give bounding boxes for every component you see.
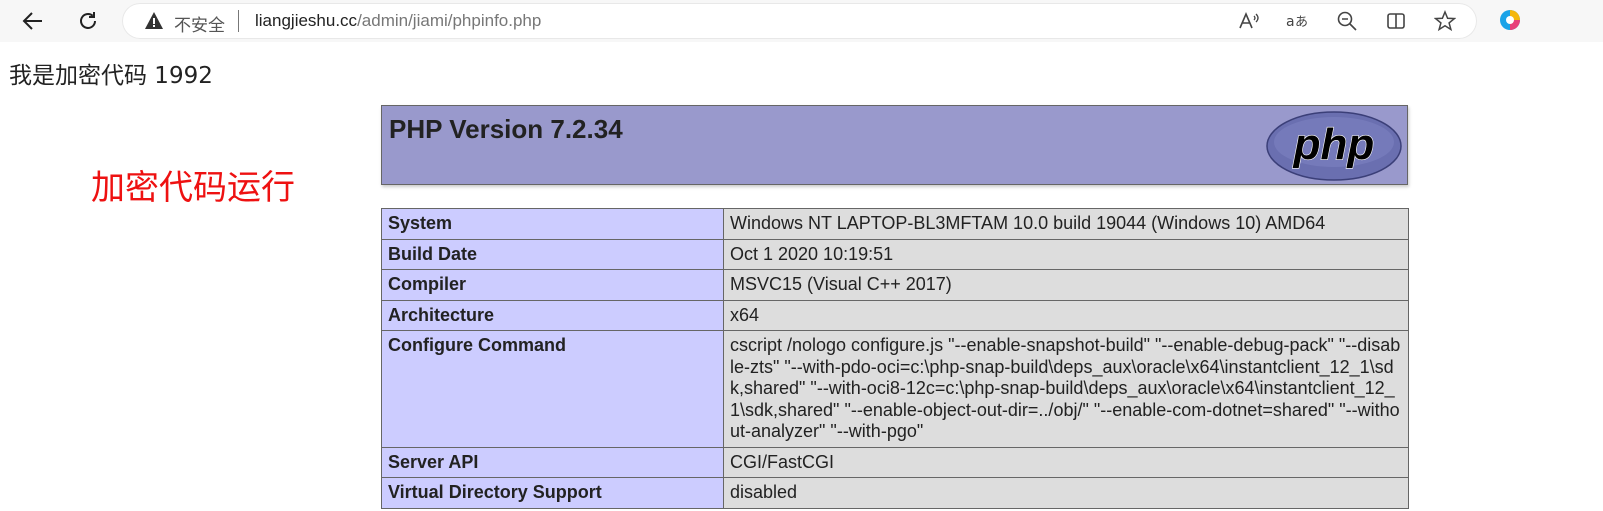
table-row: Compiler MSVC15 (Visual C++ 2017) xyxy=(381,269,1409,301)
info-value: Oct 1 2020 10:19:51 xyxy=(723,238,1409,270)
url-text[interactable]: liangjieshu.cc/admin/jiami/phpinfo.php xyxy=(255,11,541,31)
split-screen-icon xyxy=(1387,13,1405,29)
info-value: CGI/FastCGI xyxy=(723,446,1409,478)
read-aloud-icon xyxy=(1239,11,1259,29)
info-value: disabled xyxy=(723,477,1409,509)
browser-toolbar: 不安全 liangjieshu.cc/admin/jiami/phpinfo.p… xyxy=(0,0,1603,42)
zoom-out-icon xyxy=(1337,11,1357,31)
php-info-table: System Windows NT LAPTOP-BL3MFTAM 10.0 bu… xyxy=(381,208,1409,509)
back-button[interactable] xyxy=(16,4,50,38)
url-host: liangjieshu.cc xyxy=(255,11,358,30)
favorite-button[interactable] xyxy=(1434,10,1456,32)
info-value: MSVC15 (Visual C++ 2017) xyxy=(723,269,1409,301)
edge-icon[interactable] xyxy=(1499,9,1521,31)
table-row: Configure Command cscript /nologo configu… xyxy=(381,330,1409,448)
info-value: cscript /nologo configure.js "--enable-s… xyxy=(723,330,1409,448)
table-row: Server API CGI/FastCGI xyxy=(381,446,1409,478)
warning-icon[interactable] xyxy=(144,11,164,31)
php-version-header: PHP Version 7.2.34 php xyxy=(381,105,1408,185)
refresh-icon xyxy=(80,12,96,29)
back-icon xyxy=(22,12,42,30)
table-row: Build Date Oct 1 2020 10:19:51 xyxy=(381,238,1409,270)
info-key: Configure Command xyxy=(381,330,724,448)
info-value: Windows NT LAPTOP-BL3MFTAM 10.0 build 19… xyxy=(723,208,1409,240)
info-key: Build Date xyxy=(381,238,724,270)
php-logo-icon[interactable]: php xyxy=(1266,111,1402,181)
address-separator xyxy=(238,10,239,32)
translate-button[interactable]: aあ xyxy=(1286,10,1308,32)
address-bar[interactable]: 不安全 liangjieshu.cc/admin/jiami/phpinfo.p… xyxy=(122,3,1477,39)
read-aloud-button[interactable] xyxy=(1237,10,1259,32)
url-path: /admin/jiami/phpinfo.php xyxy=(357,11,542,30)
table-row: System Windows NT LAPTOP-BL3MFTAM 10.0 bu… xyxy=(381,208,1409,240)
favorite-icon xyxy=(1434,10,1456,32)
php-logo-text: php xyxy=(1293,120,1375,169)
info-key: Architecture xyxy=(381,299,724,331)
security-label[interactable]: 不安全 xyxy=(174,11,225,36)
info-key: Compiler xyxy=(381,269,724,301)
refresh-button[interactable] xyxy=(71,4,105,38)
page-output-text: 我是加密代码 1992 xyxy=(9,63,213,89)
svg-text:a: a xyxy=(1286,14,1295,30)
info-key: Server API xyxy=(381,446,724,478)
php-version-title: PHP Version 7.2.34 xyxy=(389,114,623,144)
info-value: x64 xyxy=(723,299,1409,331)
info-key: System xyxy=(381,208,724,240)
split-screen-button[interactable] xyxy=(1385,10,1407,32)
table-row: Virtual Directory Support disabled xyxy=(381,477,1409,509)
annotation-text: 加密代码运行 xyxy=(91,168,295,208)
translate-icon: aあ xyxy=(1286,14,1308,30)
table-row: Architecture x64 xyxy=(381,299,1409,331)
svg-text:あ: あ xyxy=(1295,15,1308,30)
info-key: Virtual Directory Support xyxy=(381,477,724,509)
zoom-out-button[interactable] xyxy=(1336,10,1358,32)
